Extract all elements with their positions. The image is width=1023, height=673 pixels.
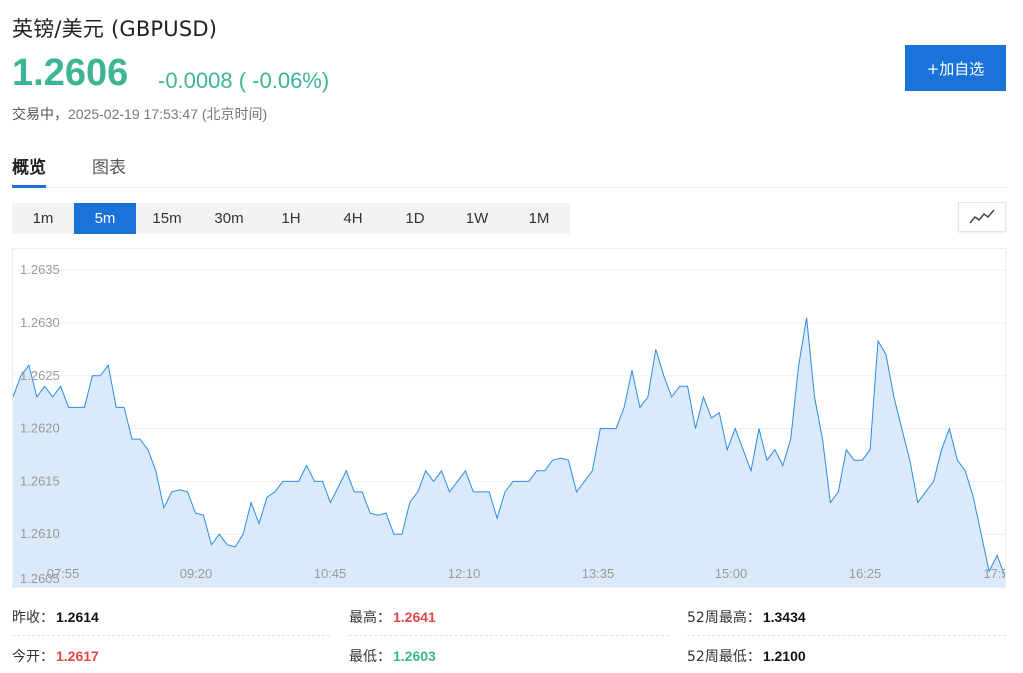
stat-open: 今开： 1.2617 [12,637,99,673]
stat-52w-low-value: 1.2100 [762,648,806,664]
tab-overview[interactable]: 概览 [12,153,46,188]
stat-low: 最低： 1.2603 [349,637,436,673]
x-tick-label: 09:20 [180,566,213,581]
divider [349,635,669,636]
period-15m[interactable]: 15m [136,203,198,234]
stat-prev-close-label: 昨收： [12,610,54,626]
period-30m[interactable]: 30m [198,203,260,234]
period-1d[interactable]: 1D [384,203,446,234]
y-tick-label: 1.2635 [20,262,60,277]
x-tick-label: 10:45 [314,566,347,581]
period-4h[interactable]: 4H [322,203,384,234]
divider [12,635,330,636]
stat-52w-low: 52周最低： 1.2100 [687,637,806,673]
status-label: 交易中， [12,107,68,123]
stat-52w-high: 52周最高： 1.3434 [687,598,806,636]
divider [687,635,1006,636]
stat-52w-high-value: 1.3434 [762,609,806,625]
price-change: -0.0008 ( -0.06%) [158,68,330,93]
period-1w[interactable]: 1W [446,203,508,234]
timestamp: 2025-02-19 17:53:47 (北京时间) [68,106,268,122]
x-tick-label: 13:35 [582,566,615,581]
stat-high: 最高： 1.2641 [349,598,436,636]
period-selector: 1m 5m 15m 30m 1H 4H 1D 1W 1M [12,203,570,234]
x-tick-label: 07:55 [47,566,80,581]
line-chart-icon [969,209,995,224]
stat-open-value: 1.2617 [56,648,99,664]
stat-prev-close-value: 1.2614 [56,609,99,625]
period-1mo[interactable]: 1M [508,203,570,234]
add-watchlist-button[interactable]: +加自选 [905,45,1006,91]
stat-low-label: 最低： [349,649,391,665]
stat-52w-low-label: 52周最低： [687,649,761,665]
y-tick-label: 1.2630 [20,315,60,330]
y-tick-label: 1.2620 [20,421,60,436]
price-area [13,317,1005,587]
stat-52w-high-label: 52周最高： [687,610,761,626]
price-chart-svg: 1.26051.26101.26151.26201.26251.26301.26… [13,262,1005,587]
y-tick-label: 1.2625 [20,368,60,383]
stats-panel: 昨收： 1.2614 最高： 1.2641 52周最高： 1.3434 今开： 1.26… [12,598,1006,673]
stat-high-value: 1.2641 [393,609,436,625]
period-1m[interactable]: 1m [12,203,74,234]
main-tabs: 概览 图表 [12,150,1006,188]
page-title: 英镑/美元 (GBPUSD) [12,17,218,41]
x-tick-label: 17:5 [983,566,1005,581]
chart-type-button[interactable] [958,202,1006,232]
x-tick-label: 15:00 [715,566,748,581]
stat-high-label: 最高： [349,610,391,626]
trading-status: 交易中，2025-02-19 17:53:47 (北京时间) [12,104,267,124]
y-tick-label: 1.2615 [20,473,60,488]
stat-low-value: 1.2603 [393,648,436,664]
stat-prev-close: 昨收： 1.2614 [12,598,99,636]
tab-chart[interactable]: 图表 [92,153,126,188]
x-tick-label: 16:25 [849,566,882,581]
period-5m[interactable]: 5m [74,203,136,234]
price-chart: 1.2605 1.2610 1.2615 1.2620 1.2625 1.2630 1.26… [12,248,1006,588]
period-1h[interactable]: 1H [260,203,322,234]
stat-open-label: 今开： [12,649,54,665]
current-price: 1.2606 [12,52,129,94]
x-tick-label: 12:10 [448,566,481,581]
y-tick-label: 1.2610 [20,526,60,541]
